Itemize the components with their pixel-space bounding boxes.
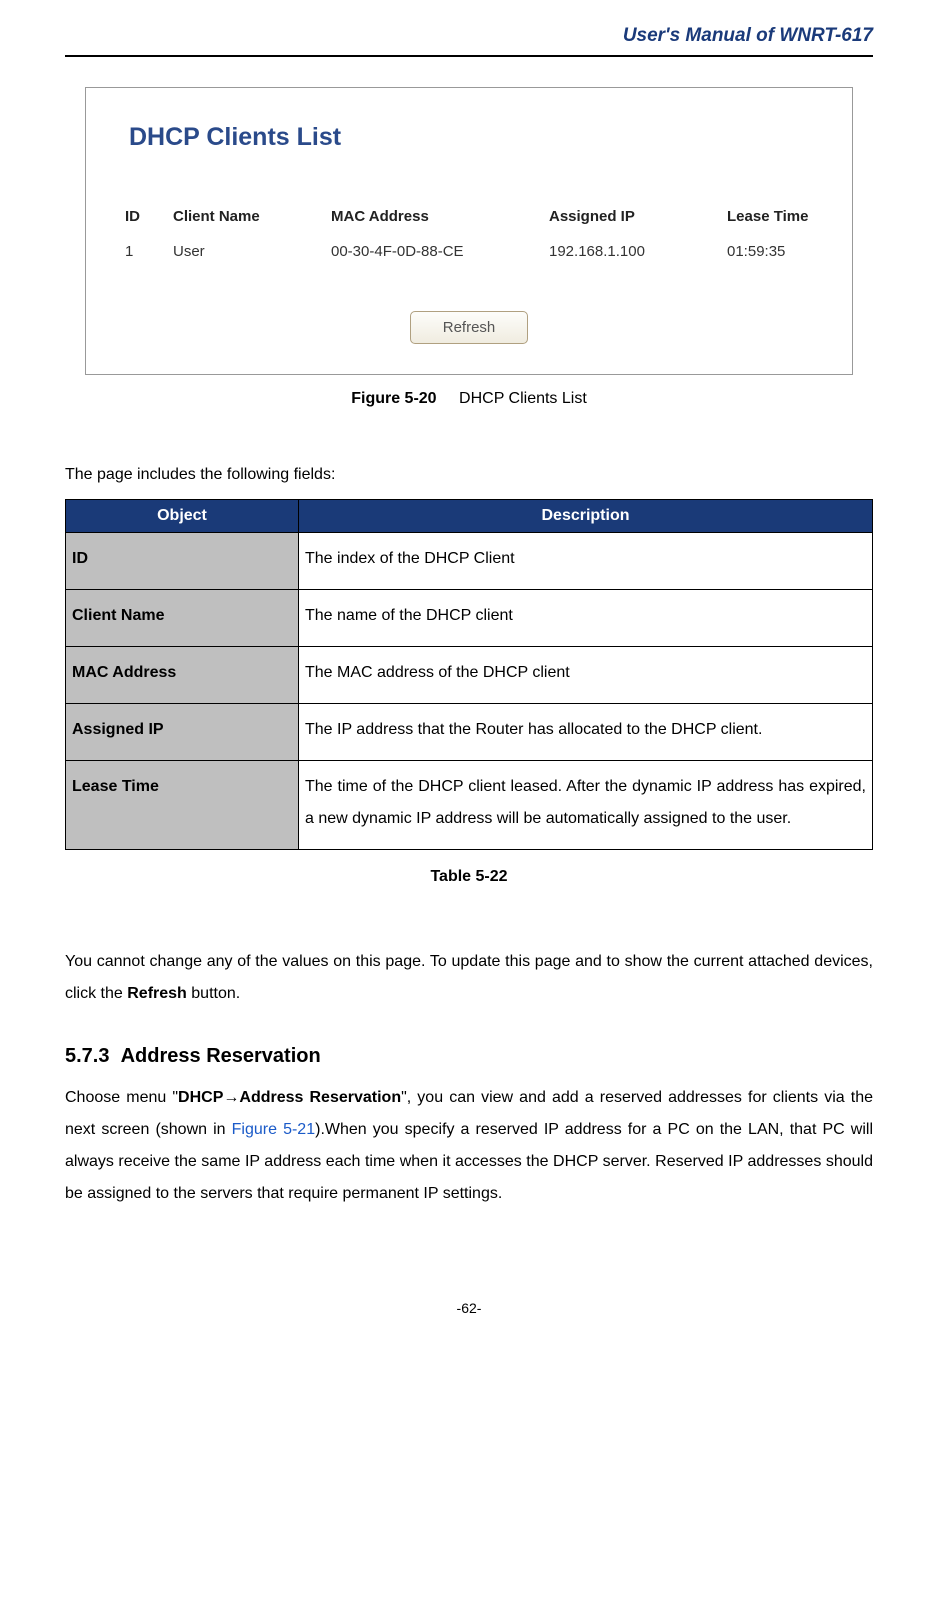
screenshot-figure: DHCP Clients List ID Client Name MAC Add… — [85, 87, 853, 375]
text-bold: DHCP→Address Reservation — [178, 1089, 401, 1106]
text: Choose menu " — [65, 1089, 178, 1106]
col-lease-time: Lease Time — [723, 202, 817, 237]
table-row: Lease Time The time of the DHCP client l… — [66, 761, 873, 850]
panel-title: DHCP Clients List — [129, 123, 817, 152]
desc-cell: The MAC address of the DHCP client — [299, 647, 873, 704]
figure-text: DHCP Clients List — [459, 390, 587, 407]
description-table: Object Description ID The index of the D… — [65, 499, 873, 850]
desc-cell: The IP address that the Router has alloc… — [299, 704, 873, 761]
obj-cell: Assigned IP — [66, 704, 299, 761]
th-description: Description — [299, 500, 873, 533]
section-number: 5.7.3 — [65, 1045, 109, 1067]
cell-mac: 00-30-4F-0D-88-CE — [327, 237, 545, 266]
cell-assigned-ip: 192.168.1.100 — [545, 237, 723, 266]
obj-cell: ID — [66, 533, 299, 590]
desc-cell: The index of the DHCP Client — [299, 533, 873, 590]
table-row: Client Name The name of the DHCP client — [66, 590, 873, 647]
table-caption: Table 5-22 — [65, 868, 873, 886]
text: button. — [187, 985, 240, 1002]
header-rule — [65, 55, 873, 57]
section-title: Address Reservation — [121, 1045, 321, 1067]
cell-lease-time: 01:59:35 — [723, 237, 817, 266]
section-heading: 5.7.3 Address Reservation — [65, 1045, 873, 1068]
obj-cell: Lease Time — [66, 761, 299, 850]
obj-cell: Client Name — [66, 590, 299, 647]
page-number: -62- — [65, 1300, 873, 1316]
desc-cell: The name of the DHCP client — [299, 590, 873, 647]
obj-cell: MAC Address — [66, 647, 299, 704]
col-mac: MAC Address — [327, 202, 545, 237]
table-row: ID The index of the DHCP Client — [66, 533, 873, 590]
col-client-name: Client Name — [169, 202, 327, 237]
paragraph-refresh-note: You cannot change any of the values on t… — [65, 946, 873, 1010]
figure-label: Figure 5-20 — [351, 390, 436, 407]
refresh-button[interactable]: Refresh — [410, 311, 529, 344]
table-row: MAC Address The MAC address of the DHCP … — [66, 647, 873, 704]
figure-link[interactable]: Figure 5-21 — [232, 1121, 315, 1138]
col-assigned-ip: Assigned IP — [545, 202, 723, 237]
text-bold: Refresh — [127, 985, 187, 1002]
table-row: Assigned IP The IP address that the Rout… — [66, 704, 873, 761]
doc-header-title: User's Manual of WNRT-617 — [65, 0, 873, 55]
cell-client-name: User — [169, 237, 327, 266]
intro-text: The page includes the following fields: — [65, 463, 873, 487]
cell-id: 1 — [121, 237, 169, 266]
desc-cell: The time of the DHCP client leased. Afte… — [299, 761, 873, 850]
table-row: 1 User 00-30-4F-0D-88-CE 192.168.1.100 0… — [121, 237, 817, 266]
paragraph-address-reservation: Choose menu "DHCP→Address Reservation", … — [65, 1082, 873, 1210]
dhcp-clients-table: ID Client Name MAC Address Assigned IP L… — [121, 202, 817, 266]
th-object: Object — [66, 500, 299, 533]
col-id: ID — [121, 202, 169, 237]
figure-caption: Figure 5-20 DHCP Clients List — [65, 390, 873, 408]
